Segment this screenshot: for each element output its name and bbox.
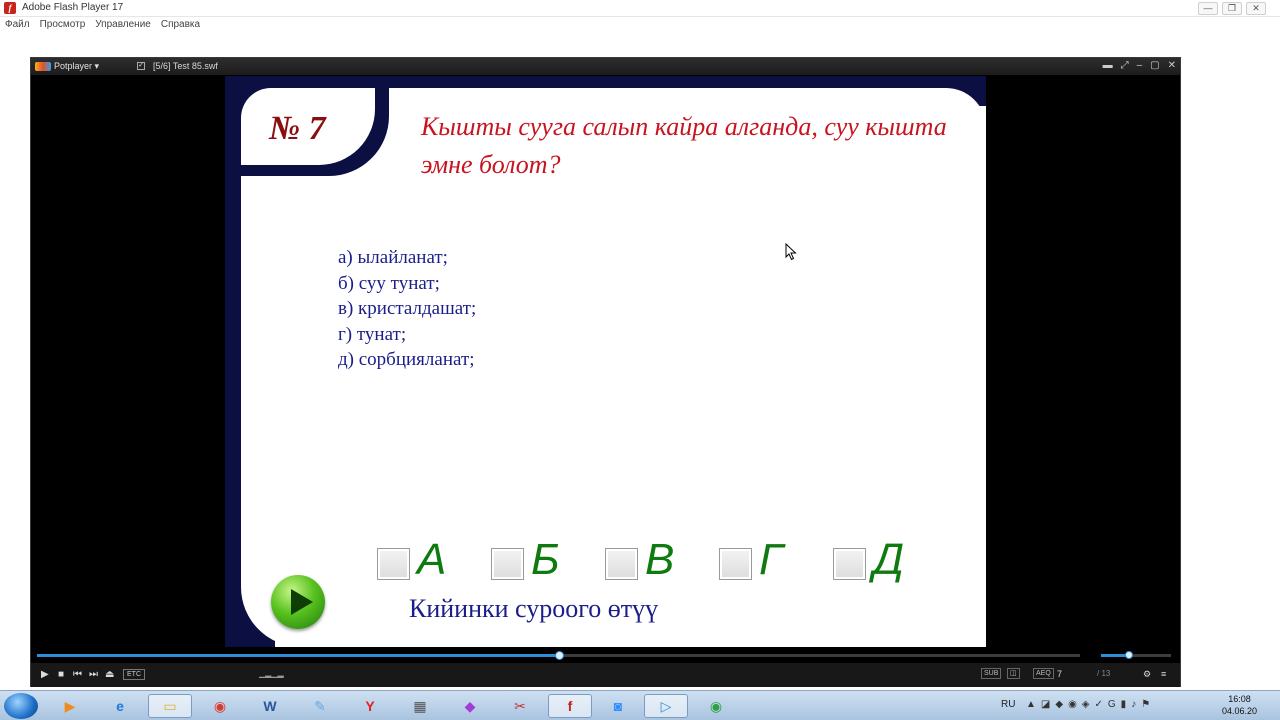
restore-button[interactable]: ❐ xyxy=(1222,2,1242,15)
yandex-icon[interactable]: Y xyxy=(348,694,392,718)
network-icon[interactable]: ▮ xyxy=(1121,699,1127,710)
answer-a: а) ылайланат; xyxy=(338,247,448,268)
flash-player-icon[interactable]: f xyxy=(548,694,592,718)
answer-d: д) сорбцияланат; xyxy=(338,349,475,370)
etc-button[interactable]: ETC xyxy=(123,669,145,680)
calculator-icon[interactable]: ▦ xyxy=(398,694,442,718)
flash-app-icon: f xyxy=(4,2,16,14)
potplayer-menu-label: Potplayer ▾ xyxy=(54,61,100,71)
menu-control[interactable]: Управление xyxy=(90,17,156,34)
answer-g: г) тунат; xyxy=(338,323,407,345)
folder-icon[interactable]: ▭ xyxy=(148,694,192,718)
menu-help[interactable]: Справка xyxy=(156,17,205,34)
scissors-icon[interactable]: ✂ xyxy=(498,694,542,718)
video-settings-icon[interactable]: ◫ xyxy=(1007,668,1020,679)
playing-file-title: [5/6] Test 85.swf xyxy=(153,61,218,71)
volume-handle[interactable] xyxy=(1125,651,1133,659)
minimize-button[interactable]: — xyxy=(1198,2,1218,15)
tray-app-icon[interactable]: ◪ xyxy=(1041,699,1050,710)
potplayer-window: Potplayer ▾ ✓ [5/6] Test 85.swf ▬ ⤢ – ▢ … xyxy=(30,57,1181,687)
seek-handle[interactable] xyxy=(554,651,564,660)
clock-date: 04.06.20 xyxy=(1222,706,1258,716)
pp-maximize-button[interactable]: ▢ xyxy=(1150,60,1159,71)
volume-icon[interactable]: ♪ xyxy=(1131,699,1136,710)
eject-icon[interactable]: ⏏ xyxy=(105,669,114,680)
chrome-icon[interactable]: ◉ xyxy=(198,694,242,718)
volume-slider[interactable] xyxy=(1101,651,1171,659)
option-d-checkbox[interactable] xyxy=(833,548,866,580)
tray-app-icon[interactable]: G xyxy=(1108,699,1116,710)
seek-bar[interactable] xyxy=(37,651,1177,660)
system-clock[interactable]: 16:08 04.06.20 xyxy=(1222,693,1257,717)
equalizer-icon[interactable]: ▁▂▁▂ xyxy=(259,669,284,678)
close-button[interactable]: ✕ xyxy=(1246,2,1266,15)
paint-icon[interactable]: ✎ xyxy=(298,694,342,718)
pp-fullscreen-icon[interactable]: ⤢ xyxy=(1121,60,1129,71)
tray-arrow-icon[interactable]: ▲ xyxy=(1026,699,1036,710)
subtitle-button[interactable]: SUB xyxy=(981,668,1002,679)
test-slide: № 7 Кышты сууга салып кайра алганда, суу… xyxy=(225,76,986,647)
option-a-checkbox[interactable] xyxy=(377,548,410,580)
potplayer-logo-icon xyxy=(35,62,51,71)
option-b-checkbox[interactable] xyxy=(491,548,524,580)
clock-time: 16:08 xyxy=(1228,694,1251,704)
mouse-cursor-icon xyxy=(785,243,797,261)
menu-view[interactable]: Просмотр xyxy=(35,17,91,34)
pp-minimize-button[interactable]: – xyxy=(1137,60,1143,71)
answer-b: б) суу тунат; xyxy=(338,272,440,294)
option-b-letter: Б xyxy=(531,535,560,584)
media-player-icon[interactable]: ▶ xyxy=(48,694,92,718)
option-v-checkbox[interactable] xyxy=(605,548,638,580)
seek-progress xyxy=(37,654,559,657)
play-icon-taskbar[interactable]: ▷ xyxy=(644,694,688,718)
tray-app-icon[interactable]: ◈ xyxy=(1082,699,1090,710)
language-indicator[interactable]: RU xyxy=(1001,699,1015,710)
pp-mini-button[interactable]: ▬ xyxy=(1103,60,1113,71)
option-v-letter: В xyxy=(645,535,675,584)
player-control-bar: ▶ ■ ⏮ ⏭ ⏏ ETC ▁▂▁▂ SUB ◫ AEQ 7 / 13 ⚙ ≡ xyxy=(31,663,1180,687)
option-a-letter: А xyxy=(417,535,447,584)
next-question-label[interactable]: Кийинки суроого өтүү xyxy=(409,594,658,624)
play-arrow-icon xyxy=(291,589,313,615)
current-page-number: 7 xyxy=(1057,669,1063,679)
question-text: Кышты сууга салып кайра алганда, суу кыш… xyxy=(421,112,947,179)
tray-app-icon[interactable]: ✓ xyxy=(1095,699,1103,710)
answer-list: а) ылайланат; б) суу тунат; в) кристалда… xyxy=(338,245,476,373)
stop-icon[interactable]: ■ xyxy=(58,669,64,680)
gear-icon[interactable]: ⚙ xyxy=(1143,669,1151,680)
start-orb-icon[interactable] xyxy=(4,693,38,719)
potplayer-title-bar: Potplayer ▾ ✓ [5/6] Test 85.swf ▬ ⤢ – ▢ … xyxy=(31,58,1180,75)
chrome-badge-icon[interactable]: ◉ xyxy=(694,694,738,718)
option-g-letter: Г xyxy=(759,535,783,584)
next-question-button[interactable] xyxy=(271,575,325,629)
audio-eq-button[interactable]: AEQ xyxy=(1033,668,1054,679)
gem-icon[interactable]: ◆ xyxy=(448,694,492,718)
option-g-checkbox[interactable] xyxy=(719,548,752,580)
flag-icon[interactable]: ⚑ xyxy=(1141,699,1150,710)
menu-icon[interactable]: ≡ xyxy=(1161,669,1166,679)
window-title: Adobe Flash Player 17 xyxy=(22,2,124,13)
potplayer-menu-button[interactable]: Potplayer ▾ xyxy=(35,61,99,72)
zoom-icon[interactable]: ◙ xyxy=(596,694,640,718)
tray-app-icon[interactable]: ◆ xyxy=(1055,699,1063,710)
option-d-letter: Д xyxy=(873,535,904,584)
flash-title-bar: f Adobe Flash Player 17 — ❐ ✕ xyxy=(0,0,1280,17)
total-page-count: / 13 xyxy=(1097,669,1111,678)
flash-menu-bar: Файл Просмотр Управление Справка xyxy=(0,17,1280,34)
play-icon[interactable]: ▶ xyxy=(41,669,49,680)
word-icon[interactable]: W xyxy=(248,694,292,718)
menu-file[interactable]: Файл xyxy=(0,17,35,34)
tray-app-icon[interactable]: ◉ xyxy=(1068,699,1077,710)
question-number: № 7 xyxy=(269,110,326,147)
previous-icon[interactable]: ⏮ xyxy=(73,669,82,680)
windows-taskbar: ▶ e ▭ ◉ W ✎ Y ▦ ◆ ✂ f ◙ ▷ ◉ RU ▲ ◪ ◆ ◉ ◈… xyxy=(0,690,1280,720)
answer-v: в) кристалдашат; xyxy=(338,298,477,319)
pin-checkbox-icon[interactable]: ✓ xyxy=(137,62,145,70)
pp-close-button[interactable]: ✕ xyxy=(1168,60,1176,71)
next-icon[interactable]: ⏭ xyxy=(89,669,98,680)
internet-explorer-icon[interactable]: e xyxy=(98,694,142,718)
